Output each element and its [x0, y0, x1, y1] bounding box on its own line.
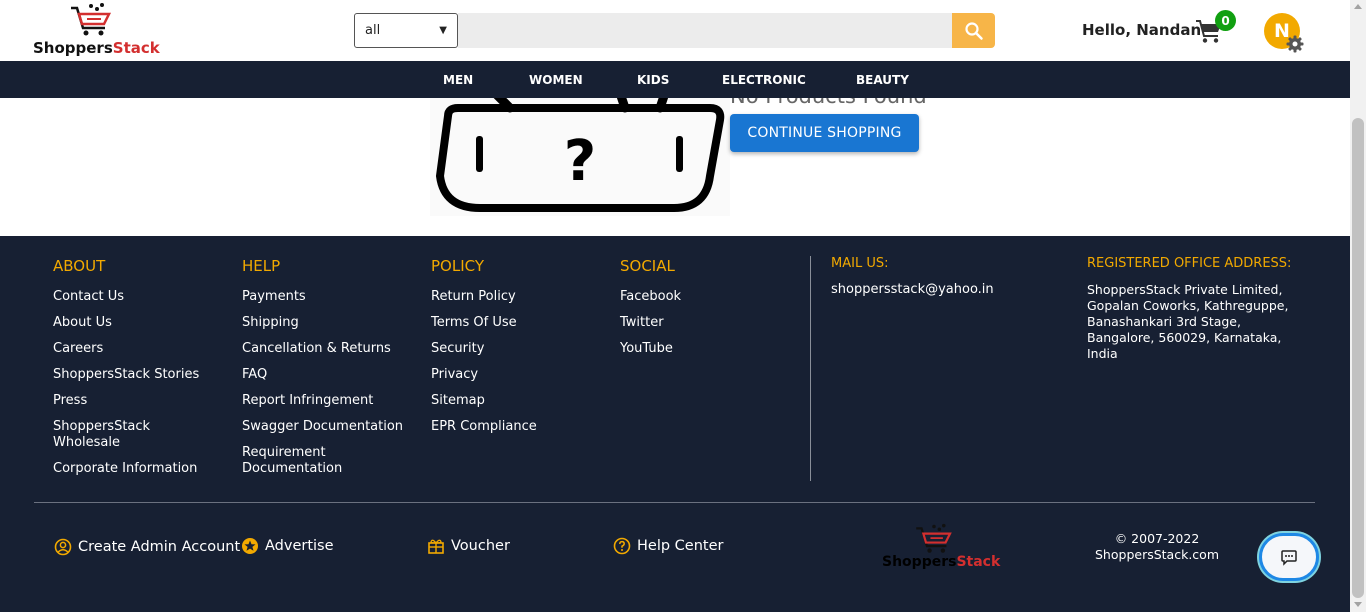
search-input[interactable]: [458, 13, 952, 48]
page: ShoppersStack all ▼ Hello, Nandan 0 N ME…: [0, 0, 1366, 612]
mail-us-email[interactable]: shoppersstack@yahoo.in: [831, 282, 994, 297]
footer-link-payments[interactable]: Payments: [242, 289, 412, 305]
footer-link-twitter[interactable]: Twitter: [620, 315, 795, 331]
chat-icon: [1281, 550, 1297, 566]
user-greeting: Hello, Nandan: [1082, 21, 1202, 39]
footer-about-title: ABOUT: [53, 257, 106, 275]
scrollbar-thumb[interactable]: [1352, 118, 1364, 598]
help-circle-icon: [613, 537, 631, 555]
brand-logo[interactable]: ShoppersStack: [33, 2, 165, 58]
vertical-scrollbar[interactable]: [1350, 0, 1366, 612]
footer-link-about-us[interactable]: About Us: [53, 315, 213, 331]
copyright: © 2007-2022 ShoppersStack.com: [1095, 531, 1219, 562]
footer-divider-vertical: [810, 256, 811, 481]
chat-button[interactable]: [1259, 533, 1319, 581]
voucher-label: Voucher: [451, 538, 510, 554]
footer-link-careers[interactable]: Careers: [53, 341, 213, 357]
footer-help-links: Payments Shipping Cancellation & Returns…: [242, 289, 412, 487]
empty-basket-image: ?: [430, 98, 730, 216]
chevron-down-icon: ▼: [439, 25, 447, 36]
footer-policy-links: Return Policy Terms Of Use Security Priv…: [431, 289, 606, 445]
footer-policy-title: POLICY: [431, 257, 485, 275]
search-button[interactable]: [952, 13, 995, 48]
advertise-link[interactable]: Advertise: [241, 537, 334, 555]
footer-link-facebook[interactable]: Facebook: [620, 289, 795, 305]
gear-icon[interactable]: [1286, 35, 1304, 53]
category-nav: MEN WOMEN KIDS ELECTRONIC BEAUTY: [0, 61, 1350, 98]
footer-link-shipping[interactable]: Shipping: [242, 315, 412, 331]
help-center-label: Help Center: [637, 538, 724, 554]
footer-link-cancellation[interactable]: Cancellation & Returns: [242, 341, 412, 357]
category-select[interactable]: all ▼: [354, 13, 458, 48]
footer-link-terms[interactable]: Terms Of Use: [431, 315, 606, 331]
scroll-up-arrow-icon[interactable]: [1354, 4, 1362, 9]
office-address: ShoppersStack Private Limited, Gopalan C…: [1087, 282, 1289, 361]
main-content: ? No Products Found CONTINUE SHOPPING: [0, 98, 1350, 236]
footer-link-swagger[interactable]: Swagger Documentation: [242, 419, 412, 435]
footer-social-links: Facebook Twitter YouTube: [620, 289, 795, 367]
gift-icon: [428, 539, 444, 554]
scroll-down-arrow-icon[interactable]: [1354, 602, 1362, 607]
nav-item-kids[interactable]: KIDS: [637, 73, 669, 87]
office-address-title: REGISTERED OFFICE ADDRESS:: [1087, 256, 1292, 271]
help-center-link[interactable]: Help Center: [613, 537, 723, 555]
brand-name: ShoppersStack: [33, 39, 160, 57]
footer-link-privacy[interactable]: Privacy: [431, 367, 606, 383]
footer-link-report[interactable]: Report Infringement: [242, 393, 412, 409]
footer-divider-horizontal: [34, 502, 1315, 503]
mail-us-title: MAIL US:: [831, 256, 889, 271]
footer-link-stories[interactable]: ShoppersStack Stories: [53, 367, 213, 383]
cart-count-badge: 0: [1215, 10, 1236, 31]
continue-shopping-button[interactable]: CONTINUE SHOPPING: [730, 114, 919, 152]
header: ShoppersStack all ▼ Hello, Nandan 0 N: [0, 0, 1350, 61]
footer-about-links: Contact Us About Us Careers ShoppersStac…: [53, 289, 213, 487]
nav-item-men[interactable]: MEN: [443, 73, 473, 87]
nav-item-women[interactable]: WOMEN: [529, 73, 583, 87]
svg-text:?: ?: [564, 129, 596, 194]
no-products-message: No Products Found: [730, 98, 927, 108]
footer-logo-cart-icon: [916, 523, 952, 553]
advertise-label: Advertise: [265, 538, 334, 554]
create-admin-account-link[interactable]: Create Admin Account: [54, 538, 240, 556]
search-icon: [964, 21, 983, 40]
footer-link-contact-us[interactable]: Contact Us: [53, 289, 213, 305]
footer-brand-name: ShoppersStack: [882, 554, 1001, 570]
footer-brand-logo: ShoppersStack: [882, 523, 1002, 573]
footer-link-epr[interactable]: EPR Compliance: [431, 419, 606, 435]
footer-link-requirement[interactable]: Requirement Documentation: [242, 445, 352, 477]
footer-link-security[interactable]: Security: [431, 341, 606, 357]
nav-item-electronic[interactable]: ELECTRONIC: [722, 73, 806, 87]
footer-link-corporate-info[interactable]: Corporate Information: [53, 461, 213, 477]
footer-link-faq[interactable]: FAQ: [242, 367, 412, 383]
footer-social-title: SOCIAL: [620, 257, 675, 275]
footer-help-title: HELP: [242, 257, 281, 275]
create-admin-account-label: Create Admin Account: [78, 539, 241, 555]
footer-link-return-policy[interactable]: Return Policy: [431, 289, 606, 305]
footer-link-wholesale[interactable]: ShoppersStack Wholesale: [53, 419, 163, 451]
nav-item-beauty[interactable]: BEAUTY: [856, 73, 909, 87]
voucher-link[interactable]: Voucher: [427, 537, 510, 555]
logo-cart-icon: [71, 3, 112, 36]
footer-link-press[interactable]: Press: [53, 393, 213, 409]
footer-link-youtube[interactable]: YouTube: [620, 341, 795, 357]
footer-link-sitemap[interactable]: Sitemap: [431, 393, 606, 409]
footer: ABOUT Contact Us About Us Careers Shoppe…: [0, 236, 1350, 612]
star-icon: [242, 538, 258, 554]
category-value: all: [365, 23, 381, 38]
user-circle-icon: [54, 538, 72, 556]
